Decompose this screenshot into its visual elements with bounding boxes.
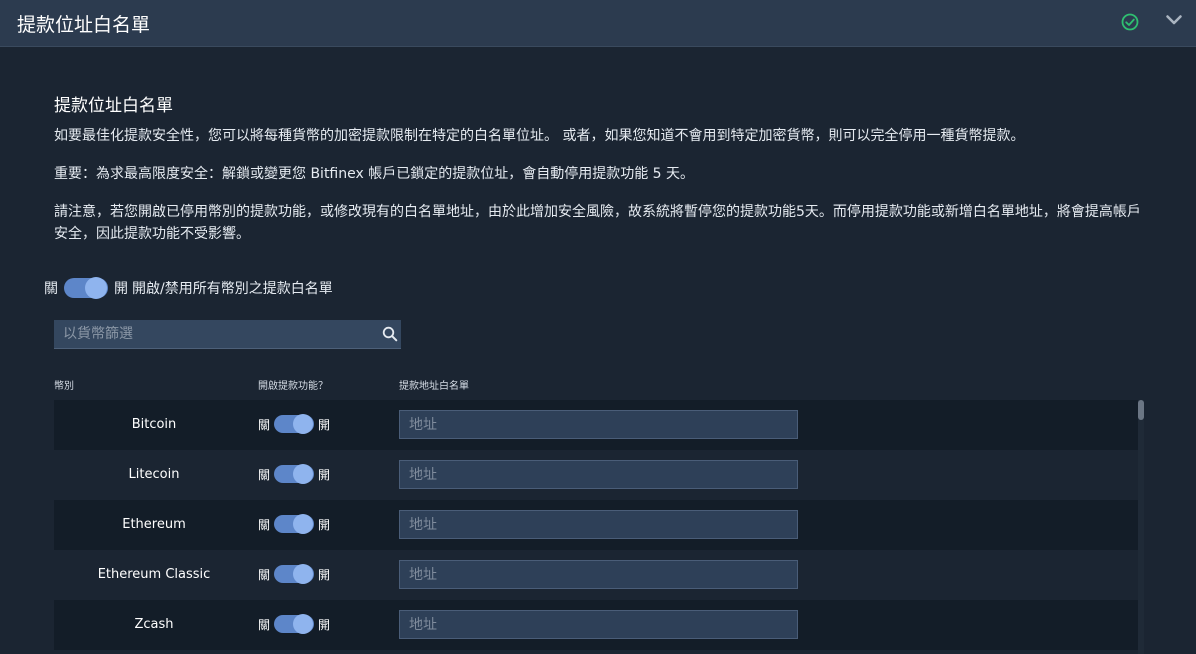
toggle-knob xyxy=(85,277,107,299)
withdrawal-toggle-switch[interactable] xyxy=(274,414,315,434)
toggle-knob xyxy=(293,614,314,634)
toggle-on-label: 開 xyxy=(318,467,331,482)
currency-name: Ethereum xyxy=(122,517,186,532)
master-toggle-description: 開啟/禁用所有幣別之提款白名單 xyxy=(132,281,333,297)
address-field xyxy=(399,560,798,589)
withdrawal-toggle-switch[interactable] xyxy=(274,614,315,634)
withdrawal-toggle-switch[interactable] xyxy=(274,464,315,484)
table-scrollbar[interactable] xyxy=(1138,400,1144,654)
search-icon[interactable] xyxy=(382,326,398,342)
toggle-on-label: 開 xyxy=(318,567,331,582)
master-toggle-on-label: 開 xyxy=(114,281,128,297)
address-input[interactable] xyxy=(400,461,797,488)
table-row: Litecoin 關 開 xyxy=(54,450,1138,500)
withdrawal-toggle-group: 關 開 xyxy=(258,564,331,584)
withdrawal-toggle-group: 關 開 xyxy=(258,514,331,534)
toggle-off-label: 關 xyxy=(258,567,271,582)
address-field xyxy=(399,460,798,489)
currency-name: Bitcoin xyxy=(131,417,177,432)
chevron-down-icon[interactable] xyxy=(1165,11,1183,29)
withdrawal-toggle-group: 關 開 xyxy=(258,614,331,634)
toggle-off-label: 關 xyxy=(258,467,271,482)
toggle-off-label: 關 xyxy=(258,417,271,432)
withdrawal-toggle-group: 關 開 xyxy=(258,414,331,434)
address-field xyxy=(399,610,798,639)
toggle-knob xyxy=(293,514,314,534)
toggle-off-label: 關 xyxy=(258,617,271,632)
withdrawal-toggle-switch[interactable] xyxy=(274,564,315,584)
toggle-knob xyxy=(293,414,314,434)
column-header-address-whitelist: 提款地址白名單 xyxy=(399,381,469,392)
currency-name: Litecoin xyxy=(128,467,180,482)
toggle-knob xyxy=(293,464,314,484)
toggle-knob xyxy=(293,564,314,584)
master-toggle-off-label: 關 xyxy=(44,281,58,297)
table-row: Ethereum Classic 關 開 xyxy=(54,550,1138,600)
withdrawal-toggle-group: 關 開 xyxy=(258,464,331,484)
important-paragraph: 重要：為求最高限度安全：解鎖或變更您 Bitfinex 帳戶已鎖定的提款位址，會… xyxy=(54,166,695,182)
master-toggle-row: 關 開 開啟/禁用所有幣別之提款白名單 xyxy=(44,276,333,300)
panel-body: 提款位址白名單 如要最佳化提款安全性，您可以將每種貨幣的加密提款限制在特定的白名… xyxy=(0,47,1196,654)
currency-table: Bitcoin 關 開 Litecoin 關 開 Ethereum xyxy=(54,400,1138,650)
currency-filter xyxy=(54,320,401,349)
address-input[interactable] xyxy=(400,511,797,538)
notice-paragraph: 請注意，若您開啟已停用幣別的提款功能，或修改現有的白名單地址，由於此增加安全風險… xyxy=(54,204,1141,242)
currency-name: Zcash xyxy=(134,617,174,632)
toggle-on-label: 開 xyxy=(318,417,331,432)
scrollbar-thumb[interactable] xyxy=(1138,400,1144,420)
address-input[interactable] xyxy=(400,561,797,588)
currency-name: Ethereum Classic xyxy=(97,567,211,582)
panel-title: 提款位址白名單 xyxy=(17,14,151,36)
check-circle-icon xyxy=(1121,13,1139,31)
column-header-currency: 幣別 xyxy=(54,381,74,392)
toggle-on-label: 開 xyxy=(318,617,331,632)
table-row: Ethereum 關 開 xyxy=(54,500,1138,550)
column-header-enable-withdrawal: 開啟提款功能？ xyxy=(258,381,328,392)
intro-paragraph: 如要最佳化提款安全性，您可以將每種貨幣的加密提款限制在特定的白名單位址。 或者，… xyxy=(54,128,1025,144)
toggle-off-label: 關 xyxy=(258,517,271,532)
currency-filter-input[interactable] xyxy=(54,320,383,348)
table-row: Zcash 關 開 xyxy=(54,600,1138,650)
address-input[interactable] xyxy=(400,611,797,638)
master-toggle-switch[interactable] xyxy=(64,277,108,299)
withdrawal-toggle-switch[interactable] xyxy=(274,514,315,534)
panel-header[interactable]: 提款位址白名單 xyxy=(0,0,1196,47)
address-field xyxy=(399,510,798,539)
table-row: Bitcoin 關 開 xyxy=(54,400,1138,450)
address-input[interactable] xyxy=(400,411,797,438)
section-title: 提款位址白名單 xyxy=(54,96,173,116)
address-field xyxy=(399,410,798,439)
toggle-on-label: 開 xyxy=(318,517,331,532)
